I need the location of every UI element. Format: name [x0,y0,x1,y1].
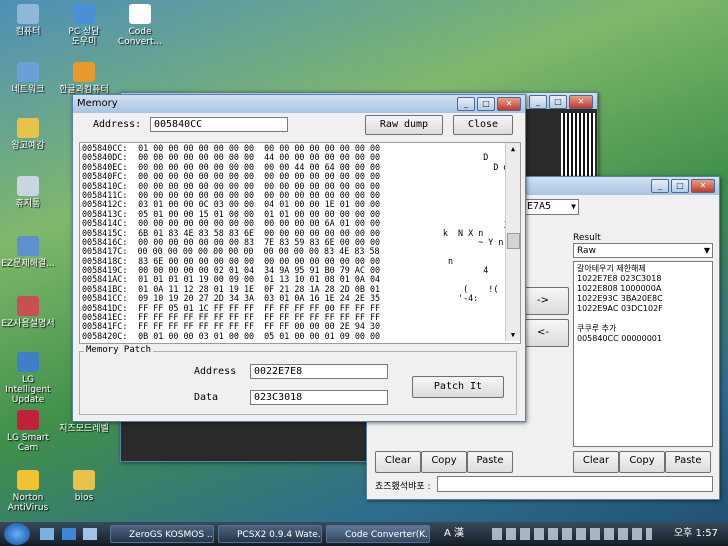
ime-indicator[interactable]: A 漢 [444,523,464,545]
code-type-select[interactable]: E7A5 ▼ [523,199,579,215]
patch-address-input[interactable]: 0022E7E8 [250,364,388,379]
memory-titlebar[interactable]: Memory _ □ ✕ [73,95,525,113]
patch-it-button[interactable]: Patch It [412,376,504,398]
window-title: Memory [77,98,118,109]
scroll-down-icon[interactable]: ▼ [506,329,520,341]
desktop-icon-norton[interactable]: Norton AntiVirus [0,470,56,513]
close-icon[interactable]: ✕ [691,179,715,193]
status-input[interactable] [437,476,713,492]
folder-icon [73,470,95,490]
desktop-icon-folder[interactable]: 왕고예감 [0,118,56,151]
memory-patch-group: Memory Patch Address 0022E7E8 Data 023C3… [79,345,517,415]
taskbar-item-zerogs[interactable]: ZeroGS KOSMOS ... [110,525,214,543]
hex-row-bytes: 0B 01 00 00 03 01 00 00 05 01 00 00 01 0… [138,330,381,341]
left-copy-button[interactable]: Copy [421,451,467,473]
chevron-down-icon: ▼ [703,246,710,255]
right-paste-button[interactable]: Paste [665,451,711,473]
ie-icon[interactable] [61,528,76,540]
desktop-icon-lg-update[interactable]: LG Intelligent Update [0,352,56,405]
desktop-icon-recycle-bin[interactable]: 휴지통 [0,176,56,209]
result-line: 쿠쿠루 추가 [577,324,617,333]
result-format-select[interactable]: Raw ▼ [573,243,713,258]
scroll-thumb[interactable] [507,233,520,249]
desktop-icon-code-converter[interactable]: Code Convert... [112,4,168,47]
computer-icon [17,4,39,24]
tool-icon [17,236,39,256]
result-line: 005840CC 00000001 [577,334,662,343]
status-label: 쵸즈횄석뱌포 : [375,482,431,492]
result-line [577,314,712,324]
desktop-icon-gizmode[interactable]: 지즈모드레벨 [56,424,112,434]
result-line: 1022E7E8 023C3018 [577,274,662,283]
folder-icon [17,118,39,138]
right-clear-button[interactable]: Clear [573,451,619,473]
clock[interactable]: 오후 1:57 [674,523,718,545]
desktop-show-icon[interactable] [40,528,54,540]
maximize-icon[interactable]: □ [671,179,689,193]
desktop-icon-computer[interactable]: 컴퓨터 [0,4,56,37]
tray-icons [492,528,652,540]
raw-dump-button[interactable]: Raw dump [365,115,443,135]
quick-launch [40,528,104,542]
close-icon[interactable]: ✕ [497,97,521,111]
address-input[interactable]: 005840CC [150,117,288,132]
address-label: Address: [93,119,142,130]
desktop-icon-network[interactable]: 네트워크 [0,62,56,95]
close-button[interactable]: Close [453,115,513,135]
close-icon[interactable]: ✕ [569,95,593,109]
desktop-icon-bios[interactable]: bios [56,470,112,503]
desktop-icon-hancom[interactable]: 한글과컴퓨터 [56,62,112,95]
left-paste-button[interactable]: Paste [467,451,513,473]
maximize-icon[interactable]: □ [477,97,495,111]
hex-row-address: 0058420C: [82,330,128,341]
taskbar-item-code-converter[interactable]: Code Converter(K... [326,525,430,543]
desktop-icon-ez-manual[interactable]: EZ사용설명서 [0,296,56,329]
hancom-icon [73,62,95,82]
patch-data-label: Data [194,392,219,403]
right-copy-button[interactable]: Copy [619,451,665,473]
desktop-icon-ez-troubleshoot[interactable]: EZ문제해결... [0,236,56,269]
minimize-icon[interactable]: _ [651,179,669,193]
result-line: 1022E9AC 03DC102F [577,304,663,313]
minimize-icon[interactable]: _ [457,97,475,111]
result-line: 1022E808 1000000A [577,284,662,293]
network-icon [17,62,39,82]
switch-window-icon[interactable] [83,528,97,540]
manual-icon [17,296,39,316]
system-tray: A 漢 오후 1:57 [440,523,728,545]
update-icon [17,352,39,372]
camera-icon [17,410,39,430]
hex-dump-view[interactable]: 005840CC: 01 00 00 00 00 00 00 00 00 00 0… [79,142,521,344]
result-textarea[interactable]: 갈아테우기 제한해제 1022E7E8 023C3018 1022E808 1000… [573,261,713,447]
desktop-icon-lg-smartcam[interactable]: LG Smart Cam [0,410,56,453]
desktop-icon-pc-helper[interactable]: PC 상담 도우미 [56,4,112,47]
maximize-icon[interactable]: □ [549,95,567,109]
document-icon [129,4,151,24]
result-label: Result [573,233,601,243]
left-clear-button[interactable]: Clear [375,451,421,473]
result-line: 갈아테우기 제한해제 [577,264,646,273]
norton-icon [17,470,39,490]
patch-data-input[interactable]: 023C3018 [250,390,388,405]
recycle-bin-icon [17,176,39,196]
hex-row[interactable]: 0058420C: 0B 01 00 00 03 01 00 00 05 01 0… [82,330,520,341]
scroll-up-icon[interactable]: ▲ [506,143,520,155]
chevron-down-icon: ▼ [571,202,576,211]
help-icon [73,4,95,24]
memory-patch-label: Memory Patch [84,345,154,355]
minimize-icon[interactable]: _ [529,95,547,109]
patch-address-label: Address [194,366,237,377]
taskbar-item-pcsx2[interactable]: PCSX2 0.9.4 Wate... [218,525,322,543]
hex-scrollbar[interactable]: ▲ ▼ [505,143,520,341]
memory-window[interactable]: Memory _ □ ✕ Address: 005840CC Raw dump Cl… [72,94,526,422]
start-button[interactable] [4,523,30,545]
result-line: 1022E93C 3BA20E8C [577,294,663,303]
